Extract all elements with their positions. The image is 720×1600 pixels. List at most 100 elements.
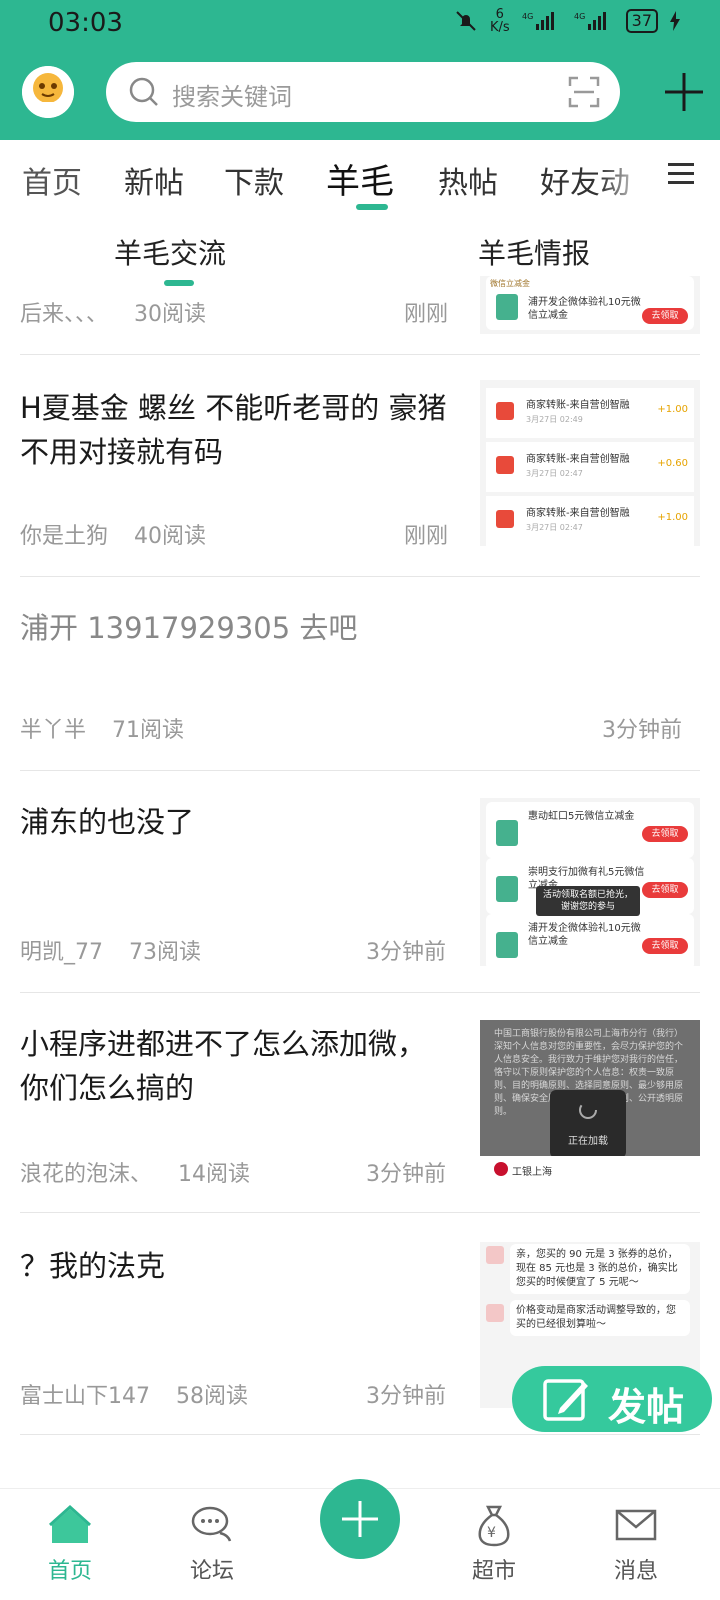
- post-reads: 73阅读: [129, 940, 201, 965]
- post-time: 3分钟前: [366, 940, 446, 965]
- post-reads: 30阅读: [134, 302, 207, 327]
- post-title: 浦开 13917929305 去吧: [20, 611, 358, 645]
- tabs-fade: [600, 140, 650, 220]
- nav-home[interactable]: 首页: [10, 1489, 130, 1600]
- coupon-card: 惠动虹口5元微信立减金 去领取: [486, 802, 694, 858]
- nav-home-label: 首页: [47, 1559, 92, 1584]
- post-thumbnail[interactable]: 商家转账-来自营创智融 3月27日 02:49 +1.00 商家转账-来自营创智融 3…: [480, 380, 700, 546]
- search-bar[interactable]: 搜索关键词: [106, 62, 620, 122]
- subtab-indicator: [164, 280, 194, 286]
- transfer-row: 商家转账-来自营创智融 3月27日 02:47 +0.60: [486, 442, 694, 492]
- loading-overlay: 正在加载: [550, 1090, 626, 1158]
- post-author: 浪花的泡沫、: [20, 1162, 153, 1187]
- battery-indicator: 37: [625, 9, 658, 33]
- post-reads: 71阅读: [112, 718, 185, 743]
- chat-message: 亲，您买的 90 元是 3 张券的总价，现在 85 元也是 3 张的总价，确实比…: [510, 1244, 690, 1294]
- bank-footer: 工银上海: [480, 1156, 700, 1182]
- charging-icon: [670, 11, 680, 31]
- tab-wool[interactable]: 羊毛: [326, 154, 394, 203]
- divider: [20, 1212, 700, 1213]
- subtab-wool-exchange[interactable]: 羊毛交流: [114, 232, 226, 272]
- avatar-image: [22, 66, 74, 118]
- chat-icon: [191, 1506, 232, 1542]
- divider: [20, 1434, 700, 1435]
- signal-icon: 4G: [522, 12, 554, 30]
- divider: [20, 992, 700, 993]
- app-screen: 03:03 6 K/s 4G 4G 37 搜索关键词 首页 新帖 下款 羊毛 热…: [0, 0, 720, 1600]
- category-tabs: 首页 新帖 下款 羊毛 热帖 好友动: [0, 140, 720, 220]
- search-input[interactable]: 搜索关键词: [172, 77, 292, 112]
- svg-text:4G: 4G: [574, 12, 585, 21]
- post-time: 3分钟前: [602, 718, 682, 743]
- transfer-row: 商家转账-来自营创智融 3月27日 02:49 +1.00: [486, 388, 694, 438]
- divider: [20, 354, 700, 355]
- svg-text:¥: ¥: [487, 1525, 496, 1541]
- nav-messages-label: 消息: [613, 1559, 658, 1584]
- post-reads: 58阅读: [176, 1384, 248, 1409]
- chat-avatar: [486, 1304, 504, 1322]
- center-add-button[interactable]: [320, 1479, 400, 1559]
- post-title: 小程序进都进不了怎么添加微，你们怎么搞的: [20, 1027, 427, 1105]
- tab-home[interactable]: 首页: [22, 158, 82, 202]
- mail-icon: [615, 1509, 657, 1541]
- add-icon[interactable]: [662, 70, 706, 114]
- status-time: 03:03: [48, 8, 123, 38]
- post-title: 浦东的也没了: [20, 805, 195, 839]
- top-header: 03:03 6 K/s 4G 4G 37 搜索关键词: [0, 0, 720, 140]
- post-meta: 明凯_77 73阅读: [20, 934, 201, 966]
- edit-icon: [543, 1379, 588, 1421]
- post-thumbnail[interactable]: 微信立减金 浦开发企微体验礼10元微信立减金 去领取: [480, 276, 700, 334]
- post-title: ？我的法克: [20, 1249, 166, 1283]
- nav-messages[interactable]: 消息: [576, 1489, 696, 1600]
- post-reads: 14阅读: [178, 1162, 251, 1187]
- post-title: H夏基金 螺丝 不能听老哥的 豪猪不用对接就有码: [20, 391, 447, 469]
- transfer-row: 商家转账-来自营创智融 3月27日 02:47 +1.00: [486, 496, 694, 546]
- home-icon: [48, 1504, 92, 1543]
- post-author: 半丫半: [20, 718, 87, 743]
- nav-market-label: 超市: [471, 1559, 516, 1584]
- divider: [20, 576, 700, 577]
- tab-loans[interactable]: 下款: [224, 158, 284, 202]
- new-post-label: 发帖: [608, 1385, 685, 1429]
- new-post-button[interactable]: 发帖: [512, 1366, 712, 1432]
- post-meta: 富士山下147 58阅读: [20, 1378, 248, 1410]
- menu-icon[interactable]: [666, 160, 696, 188]
- post-author: 明凯_77: [20, 940, 103, 965]
- coupon-icon: [496, 294, 518, 320]
- nav-forum[interactable]: 论坛: [152, 1489, 272, 1600]
- tab-hot-posts[interactable]: 热帖: [438, 158, 498, 202]
- post-author: 富士山下147: [20, 1384, 150, 1409]
- post-reads: 40阅读: [134, 524, 207, 549]
- post-time: 3分钟前: [366, 1162, 446, 1187]
- signal-icon-2: 4G: [574, 12, 606, 30]
- chat-avatar: [486, 1246, 504, 1264]
- post-time: 刚刚: [404, 524, 449, 549]
- bottom-navigation: 首页 论坛 ¥ 超市 消息: [0, 1479, 720, 1600]
- nav-forum-label: 论坛: [189, 1559, 234, 1584]
- svg-text:4G: 4G: [522, 12, 533, 21]
- money-bag-icon: ¥: [478, 1505, 510, 1547]
- post-meta: 浪花的泡沫、 14阅读: [20, 1156, 250, 1188]
- divider: [20, 770, 700, 771]
- post-meta: 你是土狗 40阅读: [20, 518, 206, 550]
- search-icon: [129, 77, 158, 106]
- post-meta: 后来、、、 30阅读: [20, 296, 206, 328]
- chat-message: 价格变动是商家活动调整导致的，您买的已经很划算啦～: [510, 1300, 690, 1336]
- user-avatar[interactable]: [22, 66, 74, 118]
- subtab-wool-intel[interactable]: 羊毛情报: [478, 232, 590, 272]
- post-thumbnail[interactable]: 惠动虹口5元微信立减金去领取 崇明支行加微有礼5元微信立减金去领取 浦开发企微体…: [480, 798, 700, 966]
- post-time: 3分钟前: [366, 1384, 446, 1409]
- tab-new-posts[interactable]: 新帖: [124, 158, 184, 202]
- scan-icon[interactable]: [568, 76, 600, 108]
- coupon-card: 浦开发企微体验礼10元微信立减金 去领取: [486, 914, 694, 966]
- network-speed: 6 K/s: [489, 7, 510, 35]
- coupon-card: 微信立减金 浦开发企微体验礼10元微信立减金 去领取: [486, 276, 694, 330]
- plus-icon: [342, 1501, 378, 1537]
- loading-spinner-icon: [579, 1101, 597, 1119]
- post-time: 刚刚: [404, 302, 449, 327]
- status-icons: 6 K/s 4G 4G 37: [454, 8, 680, 34]
- nav-market[interactable]: ¥ 超市: [434, 1489, 554, 1600]
- post-thumbnail[interactable]: 中国工商银行股份有限公司上海市分行（我行）深知个人信息对您的重要性，会尽力保护您…: [480, 1020, 700, 1182]
- mute-bell-icon: [456, 11, 476, 31]
- toast-message: 活动领取名额已抢光，谢谢您的参与: [536, 886, 640, 916]
